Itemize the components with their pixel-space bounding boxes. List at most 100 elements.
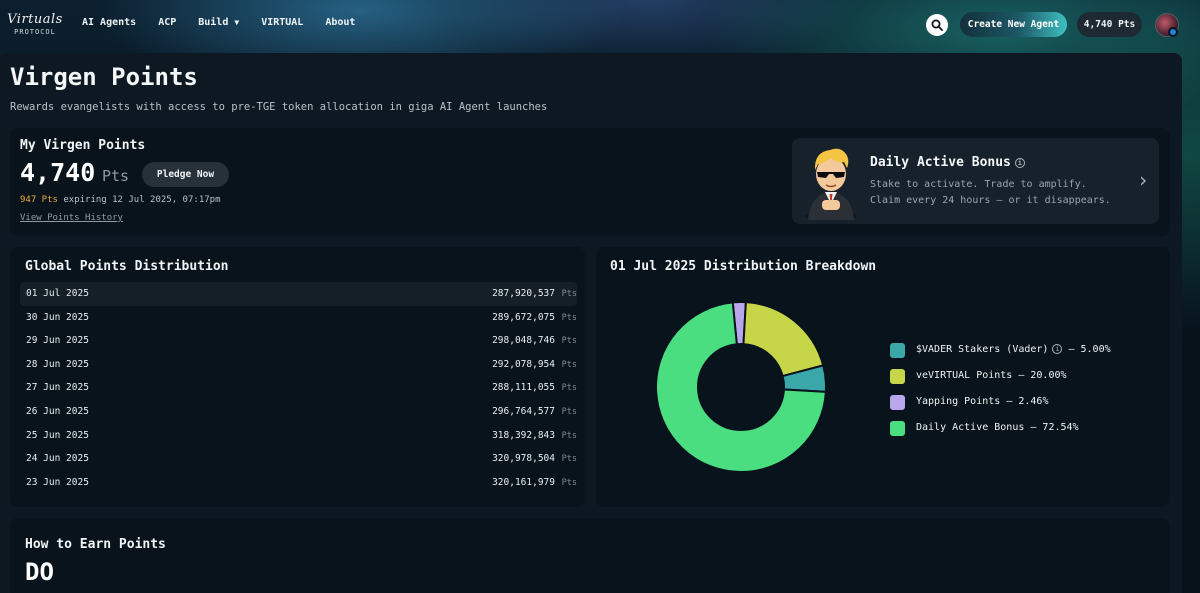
row-date: 28 Jun 2025 <box>26 358 89 370</box>
table-row[interactable]: 26 Jun 2025 296,764,577 Pts <box>20 400 577 424</box>
chevron-right-icon[interactable]: › <box>1137 168 1149 192</box>
info-icon[interactable]: i <box>1052 344 1063 354</box>
expiry-text: 947 Pts expiring 12 Jul 2025, 07:17pm <box>20 195 221 205</box>
legend-label: $VADER Stakers (Vader) <box>916 344 1049 355</box>
row-value: 292,078,954 <box>492 358 555 370</box>
breakdown-donut-chart <box>655 301 827 473</box>
legend-swatch <box>890 343 905 358</box>
caret-down-icon: ▼ <box>234 18 240 27</box>
nav-link-build-label: Build <box>198 17 229 28</box>
row-value: 298,048,746 <box>492 335 555 347</box>
legend-label: Daily Active Bonus <box>916 422 1025 433</box>
pledge-now-button[interactable]: Pledge Now <box>142 162 229 187</box>
mascot-illustration <box>805 148 857 220</box>
bonus-line2: Claim every 24 hours — or it disappears. <box>870 195 1111 206</box>
donut-slice-1[interactable] <box>742 301 825 378</box>
legend-text: Daily Active Bonus – 72.54% <box>916 422 1079 433</box>
info-icon[interactable]: i <box>1014 157 1025 168</box>
nav-links: AI Agents ACP Build ▼ VIRTUAL About <box>82 17 377 28</box>
network-badge <box>1168 27 1178 37</box>
table-row[interactable]: 23 Jun 2025 320,161,979 Pts <box>20 471 577 495</box>
my-points-value: 4,740 <box>20 158 96 187</box>
row-unit: Pts <box>561 383 577 394</box>
bonus-line1: Stake to activate. Trade to amplify. <box>870 179 1087 190</box>
legend-swatch <box>890 421 905 436</box>
table-row[interactable]: 28 Jun 2025 292,078,954 Pts <box>20 353 577 377</box>
global-distribution-title: Global Points Distribution <box>25 259 229 274</box>
global-distribution-card: Global Points Distribution 01 Jul 2025 28… <box>10 247 585 507</box>
row-date: 25 Jun 2025 <box>26 429 89 441</box>
breakdown-title: 01 Jul 2025 Distribution Breakdown <box>610 259 877 274</box>
legend-pct: – 72.54% <box>1024 422 1079 433</box>
main-panel: Virgen Points Rewards evangelists with a… <box>0 53 1182 593</box>
legend-pct: – 2.46% <box>1000 396 1049 407</box>
row-value: 318,392,843 <box>492 429 555 441</box>
table-row[interactable]: 30 Jun 2025 289,672,075 Pts <box>20 306 577 330</box>
legend-pct: – 5.00% <box>1062 344 1111 355</box>
my-points-unit: Pts <box>102 167 130 185</box>
page-title: Virgen Points <box>10 63 198 91</box>
legend-text: $VADER Stakers (Vader) i – 5.00% <box>916 344 1111 355</box>
bonus-title-text: Daily Active Bonus <box>870 155 1011 170</box>
table-row[interactable]: 29 Jun 2025 298,048,746 Pts <box>20 329 577 353</box>
nav-link-virtual[interactable]: VIRTUAL <box>261 17 303 28</box>
row-unit: Pts <box>561 406 577 417</box>
row-date: 26 Jun 2025 <box>26 405 89 417</box>
legend-label: Yapping Points <box>916 396 1001 407</box>
row-unit: Pts <box>561 312 577 323</box>
row-date: 23 Jun 2025 <box>26 476 89 488</box>
my-points-title: My Virgen Points <box>20 138 146 153</box>
row-unit: Pts <box>561 289 577 299</box>
row-unit: Pts <box>561 454 577 465</box>
points-pill[interactable]: 4,740 Pts <box>1077 12 1142 37</box>
row-date: 01 Jul 2025 <box>26 288 89 299</box>
legend-text: veVIRTUAL Points – 20.00% <box>916 370 1067 381</box>
row-value: 296,764,577 <box>492 405 555 417</box>
distribution-breakdown-card: 01 Jul 2025 Distribution Breakdown $VADE… <box>596 247 1170 507</box>
expiring-text: expiring 12 Jul 2025, 07:17pm <box>57 195 221 205</box>
legend-swatch <box>890 369 905 384</box>
top-nav: Virtuals PROTOCOL AI Agents ACP Build ▼ V… <box>0 0 1200 50</box>
legend-text: Yapping Points – 2.46% <box>916 396 1048 407</box>
how-to-earn-card: How to Earn Points DO <box>10 518 1170 593</box>
nav-link-ai-agents[interactable]: AI Agents <box>82 17 136 28</box>
search-button[interactable] <box>926 14 948 36</box>
global-distribution-list: 01 Jul 2025 287,920,537 Pts 30 Jun 2025 289,… <box>20 282 577 494</box>
row-date: 29 Jun 2025 <box>26 335 89 347</box>
nav-link-acp[interactable]: ACP <box>158 17 176 28</box>
view-points-history-link[interactable]: View Points History <box>20 213 123 223</box>
search-icon <box>931 19 943 31</box>
row-value: 288,111,055 <box>492 382 555 394</box>
expiring-amount: 947 Pts <box>20 195 58 205</box>
virtuals-logo[interactable]: Virtuals PROTOCOL <box>6 12 64 38</box>
nav-link-about[interactable]: About <box>325 17 355 28</box>
row-date: 30 Jun 2025 <box>26 311 89 323</box>
legend-label: veVIRTUAL Points <box>916 370 1013 381</box>
how-to-earn-title: How to Earn Points <box>25 537 166 552</box>
row-value: 289,672,075 <box>492 311 555 323</box>
legend-pct: – 20.00% <box>1012 370 1067 381</box>
row-unit: Pts <box>561 336 577 347</box>
row-date: 24 Jun 2025 <box>26 453 89 465</box>
table-row[interactable]: 27 Jun 2025 288,111,055 Pts <box>20 376 577 400</box>
bonus-title: Daily Active Bonus i <box>870 155 1025 170</box>
daily-active-bonus-card[interactable]: Daily Active Bonus i Stake to activate. T… <box>792 138 1159 224</box>
table-row[interactable]: 01 Jul 2025 287,920,537 Pts <box>20 282 577 306</box>
row-unit: Pts <box>561 359 577 370</box>
row-unit: Pts <box>561 430 577 441</box>
create-new-agent-button[interactable]: Create New Agent <box>960 12 1067 37</box>
row-value: 287,920,537 <box>492 288 555 299</box>
page-subtitle: Rewards evangelists with access to pre-T… <box>10 101 548 113</box>
table-row[interactable]: 24 Jun 2025 320,978,504 Pts <box>20 447 577 471</box>
logo-script: Virtuals <box>7 12 63 27</box>
row-value: 320,978,504 <box>492 453 555 465</box>
table-row[interactable]: 25 Jun 2025 318,392,843 Pts <box>20 424 577 448</box>
earn-do-heading: DO <box>25 558 54 586</box>
row-date: 27 Jun 2025 <box>26 382 89 394</box>
row-unit: Pts <box>561 477 577 488</box>
row-value: 320,161,979 <box>492 476 555 488</box>
logo-sub: PROTOCOL <box>14 28 56 36</box>
my-points-card: My Virgen Points 4,740 Pts Pledge Now 94… <box>10 128 1170 236</box>
nav-link-build[interactable]: Build ▼ <box>198 17 239 28</box>
legend-swatch <box>890 395 905 410</box>
